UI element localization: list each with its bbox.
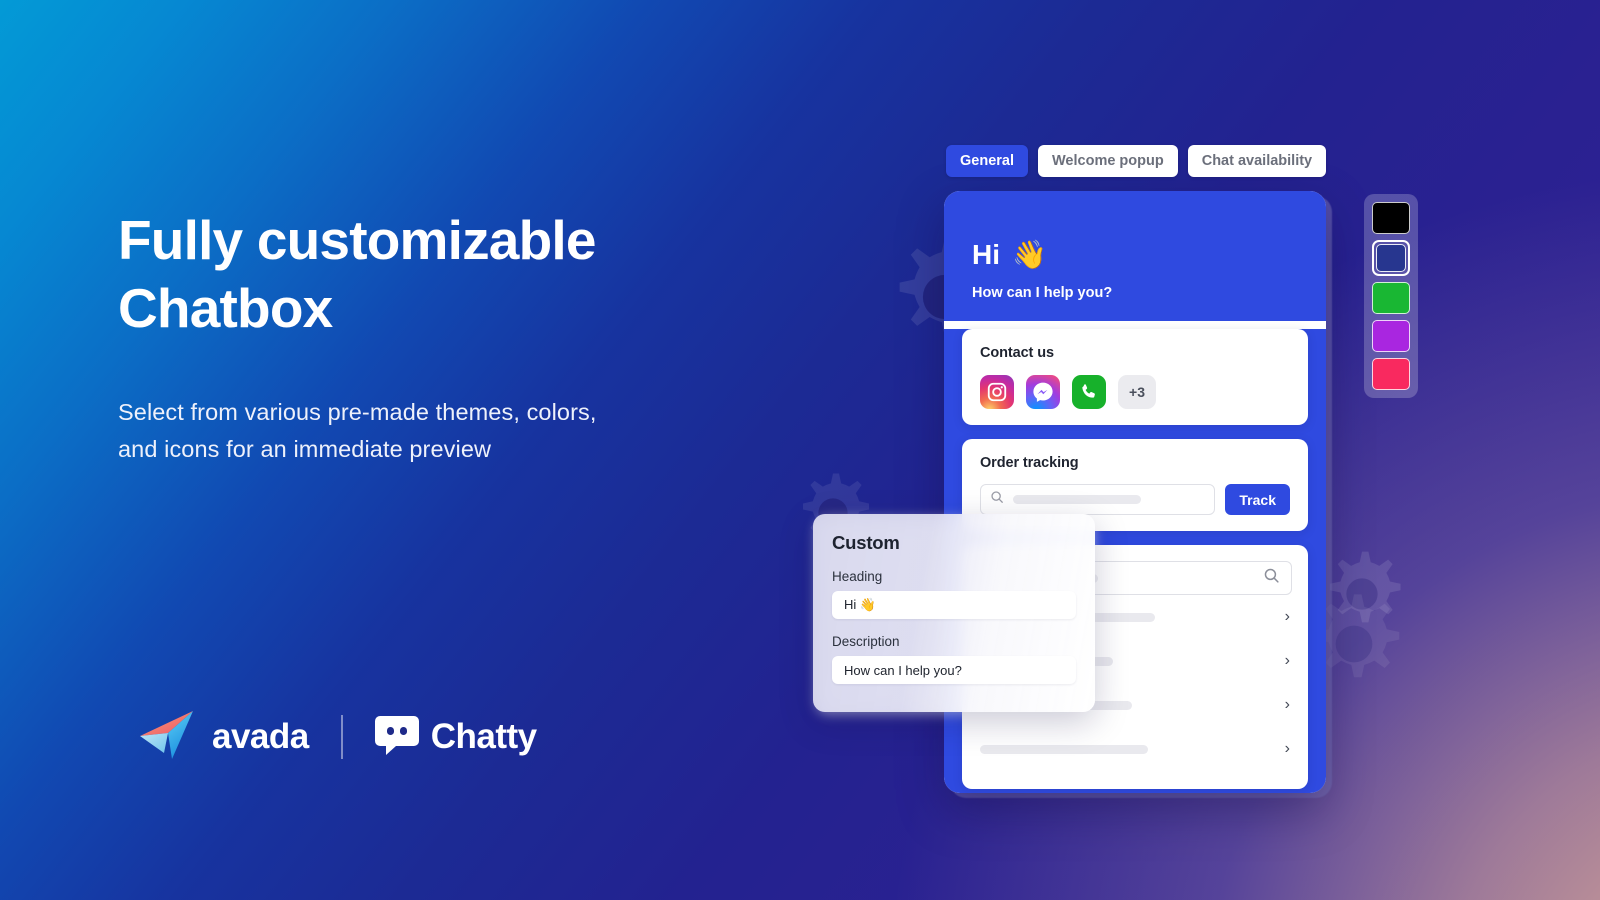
tab-general[interactable]: General — [946, 145, 1028, 177]
track-button[interactable]: Track — [1225, 484, 1290, 515]
chatbox-subtitle: How can I help you? — [972, 285, 1113, 301]
contact-us-title: Contact us — [980, 345, 1054, 361]
tab-welcome-popup[interactable]: Welcome popup — [1038, 145, 1178, 177]
order-tracking-row: Track — [980, 484, 1290, 515]
greeting-text: Hi — [972, 239, 1000, 270]
more-channels-button[interactable]: +3 — [1118, 375, 1156, 409]
heading-field[interactable]: Hi 👋 — [832, 591, 1076, 619]
swatch-fill — [1372, 358, 1410, 390]
swatch-fill — [1372, 282, 1410, 314]
chevron-right-icon: › — [1284, 608, 1290, 625]
page-title: Fully customizable Chatbox — [118, 206, 818, 342]
color-swatch-green[interactable] — [1372, 282, 1410, 314]
page-background: Fully customizable Chatbox Select from v… — [0, 0, 1600, 900]
chevron-right-icon: › — [1284, 696, 1290, 713]
chatty-wordmark: Chatty — [430, 717, 537, 756]
search-icon[interactable] — [1263, 567, 1280, 589]
subhead-line-2: and icons for an immediate preview — [118, 436, 492, 463]
faq-item-label-bar — [980, 744, 1148, 754]
brand-logo-row: avada Chatty — [138, 708, 537, 766]
logo-divider — [340, 715, 343, 759]
chatty-logo: Chatty — [374, 714, 537, 761]
headline-line-2: Chatbox — [118, 277, 333, 340]
color-palette — [1364, 194, 1418, 398]
contact-us-card: Contact us +3 — [962, 329, 1308, 425]
chatbox-greeting: Hi 👋 — [972, 241, 1298, 269]
color-swatch-black[interactable] — [1372, 202, 1410, 234]
hero-subtitle: Select from various pre-made themes, col… — [118, 394, 818, 468]
waving-hand-icon: 👋 — [1012, 239, 1047, 270]
swatch-fill — [1372, 320, 1410, 352]
custom-panel-title: Custom — [832, 532, 900, 553]
chat-bubble-icon — [374, 714, 419, 761]
order-tracking-title: Order tracking — [980, 455, 1079, 471]
color-swatch-pink[interactable] — [1372, 358, 1410, 390]
chatbox-header: Hi 👋 How can I help you? — [944, 191, 1326, 321]
swatch-fill — [1376, 244, 1406, 272]
headline-line-1: Fully customizable — [118, 209, 596, 271]
subhead-line-1: Select from various pre-made themes, col… — [118, 399, 597, 426]
description-field-label: Description — [832, 634, 900, 649]
tab-chat-availability[interactable]: Chat availability — [1187, 145, 1327, 177]
avada-mark-icon — [138, 709, 200, 766]
avada-logo: avada — [138, 709, 309, 766]
chevron-right-icon: › — [1284, 740, 1290, 757]
hero-text-block: Fully customizable Chatbox Select from v… — [118, 206, 818, 468]
avada-wordmark: avada — [212, 717, 309, 756]
settings-tab-bar: General Welcome popup Chat availability — [946, 145, 1327, 177]
chevron-right-icon: › — [1284, 652, 1290, 669]
description-field[interactable]: How can I help you? — [832, 656, 1076, 684]
color-swatch-purple[interactable] — [1372, 320, 1410, 352]
swatch-fill — [1372, 202, 1410, 234]
order-tracking-input[interactable] — [980, 484, 1216, 515]
instagram-icon[interactable] — [980, 375, 1014, 409]
custom-settings-panel: Custom Heading Hi 👋 Description How can … — [813, 514, 1095, 712]
contact-channel-list: +3 — [980, 375, 1290, 409]
search-icon — [990, 490, 1004, 509]
input-placeholder-bar — [1013, 495, 1141, 504]
list-item[interactable]: › — [978, 727, 1292, 771]
phone-icon[interactable] — [1072, 375, 1106, 409]
heading-field-label: Heading — [832, 569, 883, 584]
messenger-icon[interactable] — [1026, 375, 1060, 409]
color-swatch-navy[interactable] — [1372, 240, 1410, 276]
